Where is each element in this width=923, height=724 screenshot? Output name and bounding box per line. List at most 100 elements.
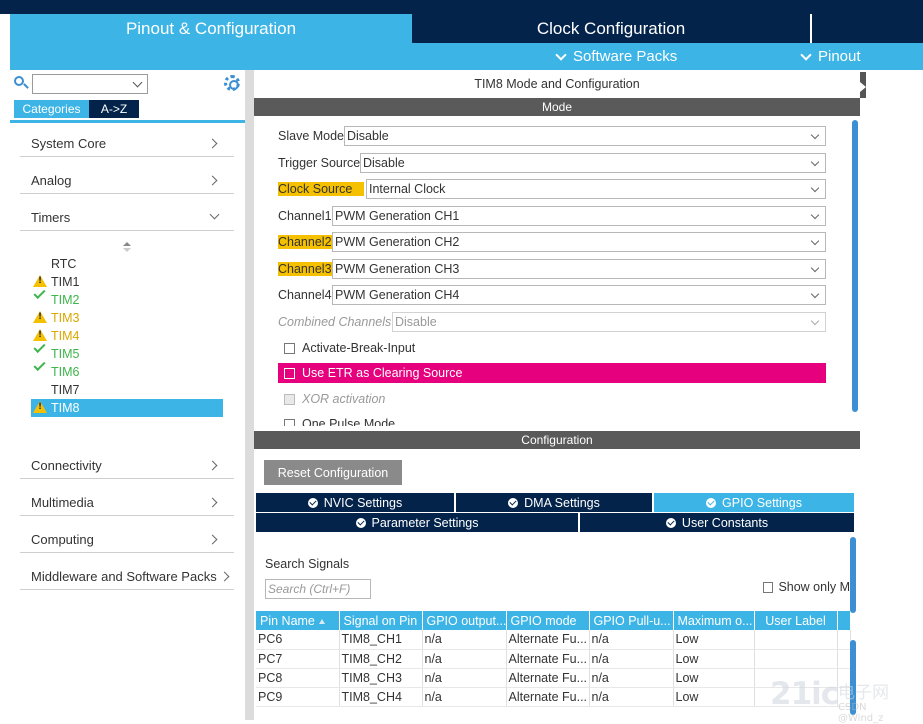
mode-row-combined-channels: Combined Channels (278, 312, 391, 332)
chevron-down-icon (555, 48, 567, 61)
pinout-menu[interactable]: Pinout (800, 43, 861, 70)
category-label: Connectivity (31, 458, 102, 473)
column-header-max-output-speed[interactable]: Maximum o... (673, 611, 755, 630)
category-connectivity[interactable]: Connectivity (20, 453, 234, 479)
column-header-gpio-output[interactable]: GPIO output... (422, 611, 507, 630)
channel1-select[interactable]: PWM Generation CH1 (332, 206, 826, 226)
timer-item-tim6[interactable]: TIM6 (31, 358, 223, 381)
chevron-right-icon (219, 571, 230, 582)
column-header-user-label[interactable]: User Label (754, 611, 838, 630)
table-cell: Alternate Fu... (506, 668, 590, 688)
category-computing[interactable]: Computing (20, 527, 234, 553)
mode-row-channel4: Channel4 (278, 285, 332, 305)
column-header-pin-name[interactable]: Pin Name (256, 611, 340, 630)
search-combo[interactable] (32, 74, 148, 94)
divider (10, 120, 245, 123)
category-analog[interactable]: Analog (20, 168, 234, 194)
software-packs-label: Software Packs (573, 48, 678, 65)
table-cell: PC6 (256, 630, 340, 650)
panel-splitter[interactable] (245, 70, 254, 720)
tab-dma-settings[interactable]: DMA Settings (456, 493, 652, 512)
tab-gpio-settings[interactable]: GPIO Settings (654, 493, 854, 512)
tab-user-constants[interactable]: User Constants (580, 513, 854, 532)
timer-item-tim8[interactable]: TIM8 (31, 399, 223, 417)
tab-a-z[interactable]: A->Z (89, 100, 139, 118)
clock-source-select[interactable]: Internal Clock (366, 179, 826, 199)
checkbox[interactable] (284, 342, 295, 354)
gear-icon[interactable] (224, 75, 240, 91)
table-cell: n/a (589, 668, 674, 688)
watermark-logo: 21ic 电子网 CSDN @Wind_z (770, 676, 910, 724)
mode-row-clock-source: Clock Source (278, 179, 365, 199)
tab-project-manager[interactable] (812, 14, 923, 43)
table-cell: Low (673, 649, 755, 669)
table-cell: n/a (422, 630, 507, 650)
select-value: Disable (347, 129, 389, 143)
warning-icon (33, 401, 47, 413)
show-only-modified-option[interactable]: Show only M (763, 579, 850, 595)
table-cell: Low (673, 668, 755, 688)
select-value: PWM Generation CH4 (335, 288, 460, 302)
tab-clock-configuration[interactable]: Clock Configuration (412, 14, 810, 43)
timer-label: TIM7 (51, 383, 80, 397)
use-etr-clearing-source-option[interactable]: Use ETR as Clearing Source (278, 363, 826, 383)
tab-pinout-configuration[interactable]: Pinout & Configuration (10, 14, 412, 43)
field-label: Combined Channels (278, 315, 392, 329)
checkbox-label: Use ETR as Clearing Source (302, 366, 463, 380)
table-row[interactable]: PC6 TIM8_CH1 n/a Alternate Fu... n/a Low (256, 630, 851, 650)
column-header-gpio-pull[interactable]: GPIO Pull-u... (589, 611, 674, 630)
timer-item-tim2[interactable]: TIM2 (31, 286, 223, 309)
table-cell[interactable] (754, 649, 838, 669)
table-cell: Alternate Fu... (506, 649, 590, 669)
checkbox[interactable] (763, 581, 774, 593)
timer-item-tim3[interactable]: TIM3 (31, 309, 223, 327)
activate-break-input-option[interactable]: Activate-Break-Input (278, 338, 415, 358)
slave-mode-select[interactable]: Disable (344, 126, 826, 146)
sub-toolbar: Software Packs Pinout (10, 43, 923, 70)
column-header-signal[interactable]: Signal on Pin (339, 611, 423, 630)
checkbox[interactable] (284, 367, 295, 379)
category-timers[interactable]: Timers (20, 205, 234, 231)
trigger-source-select[interactable]: Disable (360, 153, 826, 173)
timer-item-tim7[interactable]: TIM7 (31, 381, 223, 399)
chevron-down-icon (810, 236, 820, 246)
channel3-select[interactable]: PWM Generation CH3 (332, 259, 826, 279)
timer-item-tim4[interactable]: TIM4 (31, 327, 223, 345)
config-scrollbar[interactable] (850, 537, 856, 613)
category-multimedia[interactable]: Multimedia (20, 490, 234, 516)
watermark-text: 21ic (770, 676, 839, 712)
table-cell: Alternate Fu... (506, 630, 590, 650)
channel2-select[interactable]: PWM Generation CH2 (332, 232, 826, 252)
checkbox[interactable] (284, 418, 295, 426)
chevron-down-icon (810, 289, 820, 299)
collapse-arrow-icon[interactable] (860, 72, 866, 98)
chevron-down-icon (132, 77, 143, 88)
channel4-select[interactable]: PWM Generation CH4 (332, 285, 826, 305)
search-icon[interactable] (14, 76, 29, 90)
timer-label: TIM3 (51, 311, 80, 325)
column-header-gpio-mode[interactable]: GPIO mode (506, 611, 590, 630)
sort-icon[interactable] (123, 242, 131, 252)
search-signals-input[interactable]: Search (Ctrl+F) (265, 579, 371, 599)
sort-asc-icon (318, 618, 325, 624)
tab-categories[interactable]: Categories (14, 100, 89, 118)
category-system-core[interactable]: System Core (20, 131, 234, 157)
software-packs-menu[interactable]: Software Packs (555, 43, 678, 70)
table-row[interactable]: PC7 TIM8_CH2 n/a Alternate Fu... n/a Low (256, 649, 851, 669)
table-row[interactable]: PC8 TIM8_CH3 n/a Alternate Fu... n/a Low (256, 668, 851, 688)
table-header-row: Pin Name Signal on Pin GPIO output... GP… (256, 611, 851, 630)
check-circle-icon (665, 517, 676, 528)
warning-icon (33, 329, 47, 341)
table-row[interactable]: PC9 TIM8_CH4 n/a Alternate Fu... n/a Low (256, 687, 851, 707)
tab-parameter-settings[interactable]: Parameter Settings (256, 513, 578, 532)
tab-nvic-settings[interactable]: NVIC Settings (256, 493, 454, 512)
one-pulse-mode-option[interactable]: One Pulse Mode (278, 414, 395, 426)
timer-item-rtc[interactable]: RTC (31, 255, 223, 273)
timer-item-tim5[interactable]: TIM5 (31, 340, 223, 363)
timer-item-tim1[interactable]: TIM1 (31, 273, 223, 291)
table-cell (837, 649, 851, 669)
reset-configuration-button[interactable]: Reset Configuration (264, 460, 402, 485)
table-cell[interactable] (754, 630, 838, 650)
category-middleware[interactable]: Middleware and Software Packs (20, 564, 234, 590)
mode-scrollbar[interactable] (852, 120, 858, 412)
